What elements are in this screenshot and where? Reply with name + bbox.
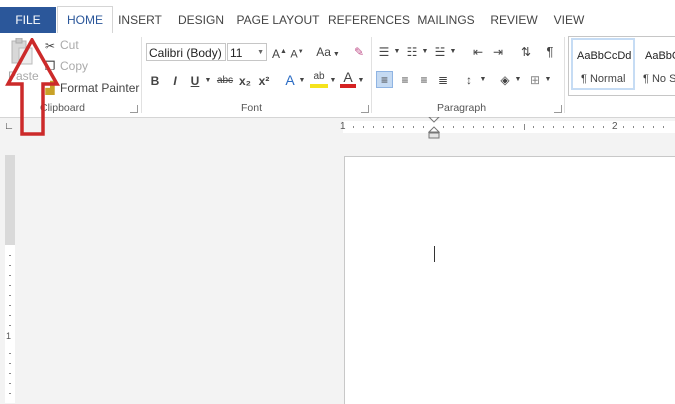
paragraph-dialog-launcher[interactable] [554, 105, 562, 113]
tab-home[interactable]: HOME [57, 6, 113, 34]
decrease-indent-icon[interactable]: ⇤ [470, 44, 486, 60]
format-painter-button[interactable]: Format Painter [60, 81, 139, 95]
chevron-down-icon[interactable]: ▼ [298, 73, 306, 89]
borders-icon[interactable]: ⊞ [527, 72, 543, 88]
style-normal-preview: AaBbCcDd [577, 50, 632, 62]
bold-button[interactable]: B [148, 73, 162, 89]
chevron-down-icon[interactable]: ▼ [479, 72, 487, 88]
clear-formatting-icon[interactable]: ✎ [352, 44, 366, 60]
chevron-down-icon[interactable]: ▼ [393, 44, 401, 60]
justify-icon[interactable]: ≣ [435, 72, 451, 88]
highlight-button[interactable]: ab [310, 70, 328, 88]
tab-insert[interactable]: INSERT [114, 7, 166, 33]
paragraph-group-label: Paragraph [437, 102, 487, 114]
numbering-icon[interactable]: ☷ [404, 44, 420, 60]
style-normal-label: ¶ Normal [581, 73, 626, 85]
ruler-number: 1 [340, 121, 346, 132]
font-dialog-launcher[interactable] [361, 105, 369, 113]
font-group-label: Font [241, 102, 263, 114]
font-name-combo[interactable]: Calibri (Body) [146, 43, 226, 61]
strikethrough-button[interactable]: abc [215, 73, 235, 89]
tab-view[interactable]: VIEW [550, 7, 588, 33]
group-separator [141, 37, 142, 113]
group-separator [564, 37, 565, 113]
tab-references[interactable]: REFERENCES [328, 7, 410, 33]
chevron-down-icon[interactable]: ▼ [544, 72, 552, 88]
align-left-icon[interactable]: ≡ [376, 71, 393, 88]
change-case-button[interactable]: Aa ▼ [314, 44, 342, 63]
tab-file[interactable]: FILE [0, 7, 56, 33]
tab-design[interactable]: DESIGN [172, 7, 230, 33]
shading-icon[interactable]: ◈ [497, 72, 513, 88]
font-name-value: Calibri (Body) [149, 46, 222, 60]
horizontal-ruler[interactable] [343, 121, 675, 133]
chevron-down-icon[interactable]: ▼ [203, 73, 213, 89]
group-separator [371, 37, 372, 113]
italic-button[interactable]: I [168, 73, 182, 89]
multilevel-list-icon[interactable]: ☱ [432, 44, 448, 60]
subscript-button[interactable]: x₂ [237, 73, 253, 89]
indent-markers[interactable] [428, 117, 440, 139]
chevron-down-icon[interactable]: ▼ [357, 73, 365, 89]
annotation-arrow [5, 38, 61, 136]
clipboard-dialog-launcher[interactable] [130, 105, 138, 113]
ruler-number: 2 [612, 121, 618, 132]
font-size-value: 11 [230, 46, 243, 60]
tab-mailings[interactable]: MAILINGS [414, 7, 478, 33]
tab-page-layout[interactable]: PAGE LAYOUT [236, 7, 320, 33]
chevron-down-icon[interactable]: ▼ [514, 72, 522, 88]
style-no-spacing-label[interactable]: ¶ No S [643, 73, 675, 85]
bullets-icon[interactable]: ☰ [376, 44, 392, 60]
style-no-spacing-preview[interactable]: AaBbC [645, 50, 675, 62]
increase-indent-icon[interactable]: ⇥ [490, 44, 506, 60]
font-size-combo[interactable]: 11 ▼ [227, 43, 267, 61]
ruler-ticks [353, 124, 664, 130]
cut-button[interactable]: Cut [60, 38, 79, 52]
vertical-ruler-margin [5, 155, 15, 245]
text-cursor [434, 246, 435, 262]
document-page[interactable] [344, 156, 675, 404]
line-spacing-icon[interactable]: ↕ [461, 72, 477, 88]
tab-review[interactable]: REVIEW [488, 7, 540, 33]
align-center-icon[interactable]: ≡ [397, 72, 413, 88]
text-effects-button[interactable]: A [283, 72, 297, 88]
align-right-icon[interactable]: ≡ [416, 72, 432, 88]
show-marks-button[interactable]: ¶ [543, 44, 557, 60]
chevron-down-icon[interactable]: ▼ [449, 44, 457, 60]
copy-button[interactable]: Copy [60, 59, 88, 73]
chevron-down-icon[interactable]: ▼ [421, 44, 429, 60]
sort-icon[interactable]: ⇅ [518, 44, 534, 60]
superscript-button[interactable]: x² [256, 73, 272, 89]
vertical-ruler-ticks [9, 255, 11, 394]
underline-button[interactable]: U [188, 73, 202, 89]
font-color-button[interactable]: A [340, 70, 356, 88]
vertical-ruler-number: 1 [6, 331, 12, 341]
grow-font-button[interactable]: A▲ [272, 44, 287, 62]
chevron-down-icon[interactable]: ▼ [329, 73, 337, 89]
chevron-down-icon: ▼ [257, 49, 264, 56]
shrink-font-button[interactable]: A▼ [290, 44, 304, 63]
